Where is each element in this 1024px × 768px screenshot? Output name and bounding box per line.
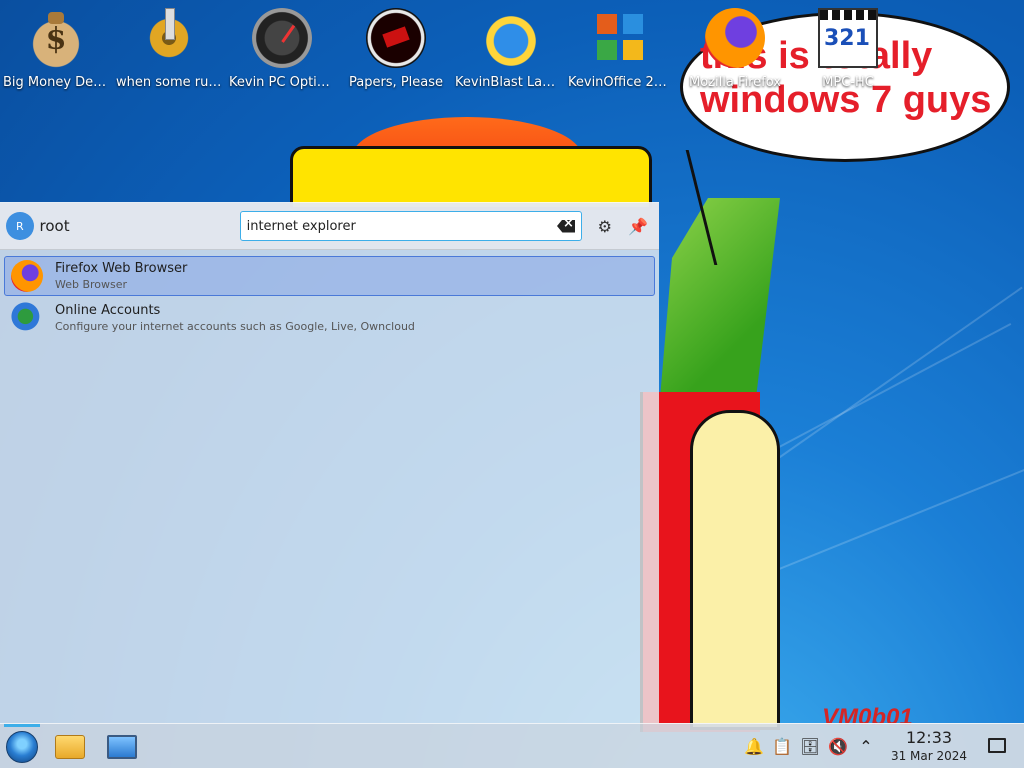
volume-muted-icon[interactable]: 🔇 — [824, 724, 852, 768]
desktop-icon-big-money-deluxe[interactable]: Big Money Deluxe — [1, 8, 111, 92]
desktop-icon-kevinoffice-2009[interactable]: KevinOffice 2009 — [566, 8, 676, 92]
file-manager-button[interactable] — [50, 728, 90, 766]
application-launcher: R root ⚙ 📌 Firefox Web Browser Web Brows… — [0, 202, 659, 723]
desktop-icon-kevinblast-launcher[interactable]: KevinBlast Launcher — [453, 8, 563, 92]
file-manager-icon — [55, 735, 85, 759]
show-hidden-icons-icon[interactable]: ⌃ — [852, 724, 880, 768]
search-input[interactable] — [246, 218, 557, 234]
money-bag-icon — [26, 8, 86, 68]
username: root — [39, 217, 70, 235]
pin-icon: 📌 — [628, 216, 649, 236]
office-icon — [591, 8, 651, 68]
digital-clock[interactable]: 12:33 31 Mar 2024 — [886, 728, 972, 764]
system-settings-button[interactable] — [102, 728, 142, 766]
result-subtitle: Configure your internet accounts such as… — [55, 320, 415, 333]
show-desktop-icon[interactable] — [988, 738, 1006, 753]
system-tray: 🔔 📋 🗄 🔇 ⌃ — [740, 724, 880, 768]
avatar[interactable]: R — [6, 212, 34, 240]
result-title: Firefox Web Browser — [55, 261, 188, 276]
firefox-icon — [11, 260, 43, 292]
launcher-header: R root ⚙ 📌 — [0, 203, 659, 250]
papers-please-icon — [366, 8, 426, 68]
online-accounts-icon — [11, 302, 43, 334]
search-results: Firefox Web Browser Web Browser Online A… — [0, 250, 659, 346]
desktop-icon-mpc-hc[interactable]: MPC-HC — [793, 8, 903, 92]
start-orb-icon — [6, 731, 38, 763]
desktop-icon-kevin-pc-optimizer[interactable]: Kevin PC Optimizer Ho... — [227, 8, 337, 92]
firefox-icon — [705, 8, 765, 68]
result-title: Online Accounts — [55, 303, 161, 318]
media-player-icon — [818, 8, 878, 68]
configure-button[interactable]: ⚙ — [590, 211, 620, 241]
globe-burst-icon — [478, 8, 538, 68]
result-firefox[interactable]: Firefox Web Browser Web Browser — [4, 256, 655, 296]
result-online-accounts[interactable]: Online Accounts Configure your internet … — [4, 298, 655, 338]
clear-text-icon[interactable] — [557, 219, 575, 233]
configure-icon: ⚙ — [597, 216, 612, 236]
desktop-icon-mozilla-firefox[interactable]: Mozilla Firefox — [680, 8, 790, 92]
gear-icon — [139, 8, 199, 68]
speedometer-icon — [252, 8, 312, 68]
start-button[interactable] — [2, 728, 42, 766]
desktop-icon-papers-please[interactable]: Papers, Please — [341, 8, 451, 92]
system-settings-icon — [107, 735, 137, 759]
pin-button[interactable]: 📌 — [624, 211, 654, 241]
search-field[interactable] — [239, 211, 582, 241]
clock-date: 31 Mar 2024 — [890, 749, 968, 763]
clipboard-icon[interactable]: 📋 — [768, 724, 796, 768]
active-indicator — [4, 724, 40, 727]
device-notifier-icon[interactable]: 🗄 — [796, 724, 824, 768]
notifications-icon[interactable]: 🔔 — [740, 724, 768, 768]
desktop-icon-russian[interactable]: when some russian runs a... — [114, 8, 224, 92]
clock-time: 12:33 — [905, 728, 953, 747]
taskbar: 🔔 📋 🗄 🔇 ⌃ 12:33 31 Mar 2024 — [0, 723, 1024, 768]
result-subtitle: Web Browser — [55, 278, 128, 291]
